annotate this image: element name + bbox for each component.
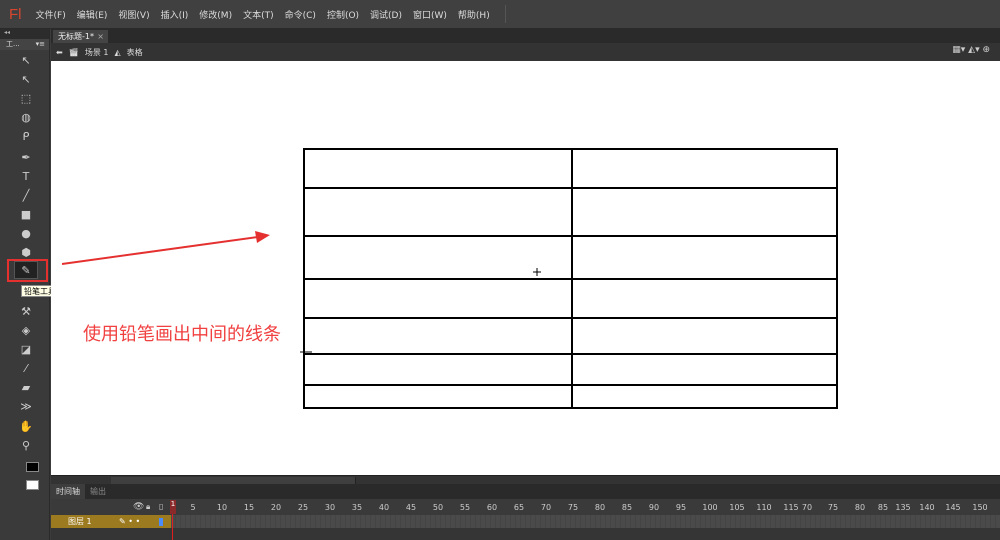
ruler-label: 60 [486, 503, 498, 512]
ruler-label: 40 [378, 503, 390, 512]
eye-icon[interactable]: 👁︎ [133, 502, 144, 512]
ruler-label: 80 [854, 503, 866, 512]
lock-icon[interactable]: 🔒︎ [146, 502, 150, 512]
ruler-label: 55 [459, 503, 471, 512]
ruler-label: 105 [729, 503, 745, 512]
frame-ruler[interactable]: 👁︎ 🔒︎ ▯ 5 10 15 20 25 30 35 40 45 50 55 60 65 70 75 80 8… [51, 499, 1000, 515]
layer-name[interactable]: 图层 1 [68, 517, 92, 526]
layer-color-icon[interactable] [159, 518, 163, 526]
tab-output[interactable]: 输出 [85, 484, 111, 499]
tab-timeline[interactable]: 时间轴 [51, 484, 85, 499]
ruler-label: 145 [945, 503, 961, 512]
scroll-thumb[interactable] [111, 477, 356, 484]
ruler-label: 70 [801, 503, 813, 512]
playhead-label: 1 [170, 500, 176, 514]
ruler-label: 95 [675, 503, 687, 512]
arrow-annotation [61, 231, 270, 265]
ruler-label: 15 [243, 503, 255, 512]
pencil-icon: ✎ • • [119, 517, 141, 526]
ruler-label: 90 [648, 503, 660, 512]
ruler-label: 50 [432, 503, 444, 512]
annotation-text: 使用铅笔画出中间的线条 [83, 324, 281, 345]
ruler-label: 75 [567, 503, 579, 512]
crosshair-cursor-icon [533, 268, 541, 276]
ruler-label: 135 [895, 503, 911, 512]
ruler-label: 80 [594, 503, 606, 512]
ruler-label: 110 [756, 503, 772, 512]
timeline-panel: 时间轴 输出 👁︎ 🔒︎ ▯ 5 10 15 20 25 30 35 40 45 50 55 60 65… [51, 484, 1000, 540]
frames-track[interactable] [171, 515, 1000, 528]
ruler-label: 100 [702, 503, 718, 512]
ruler-label: 140 [919, 503, 935, 512]
ruler-label: 5 [190, 503, 196, 512]
ruler-label: 85 [877, 503, 889, 512]
table-drawing [300, 148, 838, 409]
ruler-label: 30 [324, 503, 336, 512]
ruler-label: 20 [270, 503, 282, 512]
outline-icon[interactable]: ▯ [159, 502, 163, 511]
horizontal-scrollbar[interactable] [51, 475, 1000, 484]
ruler-label: 45 [405, 503, 417, 512]
ruler-label: 10 [216, 503, 228, 512]
ruler-label: 35 [351, 503, 363, 512]
drawing-layer [61, 148, 838, 409]
layer-row[interactable]: 图层 1 ✎ • • [51, 515, 171, 528]
ruler-label: 150 [972, 503, 988, 512]
ruler-label: 75 [827, 503, 839, 512]
ruler-label: 85 [621, 503, 633, 512]
ruler-label: 115 [783, 503, 799, 512]
ruler-label: 65 [513, 503, 525, 512]
ruler-label: 70 [540, 503, 552, 512]
ruler-label: 25 [297, 503, 309, 512]
playhead[interactable]: 1 [170, 500, 176, 540]
